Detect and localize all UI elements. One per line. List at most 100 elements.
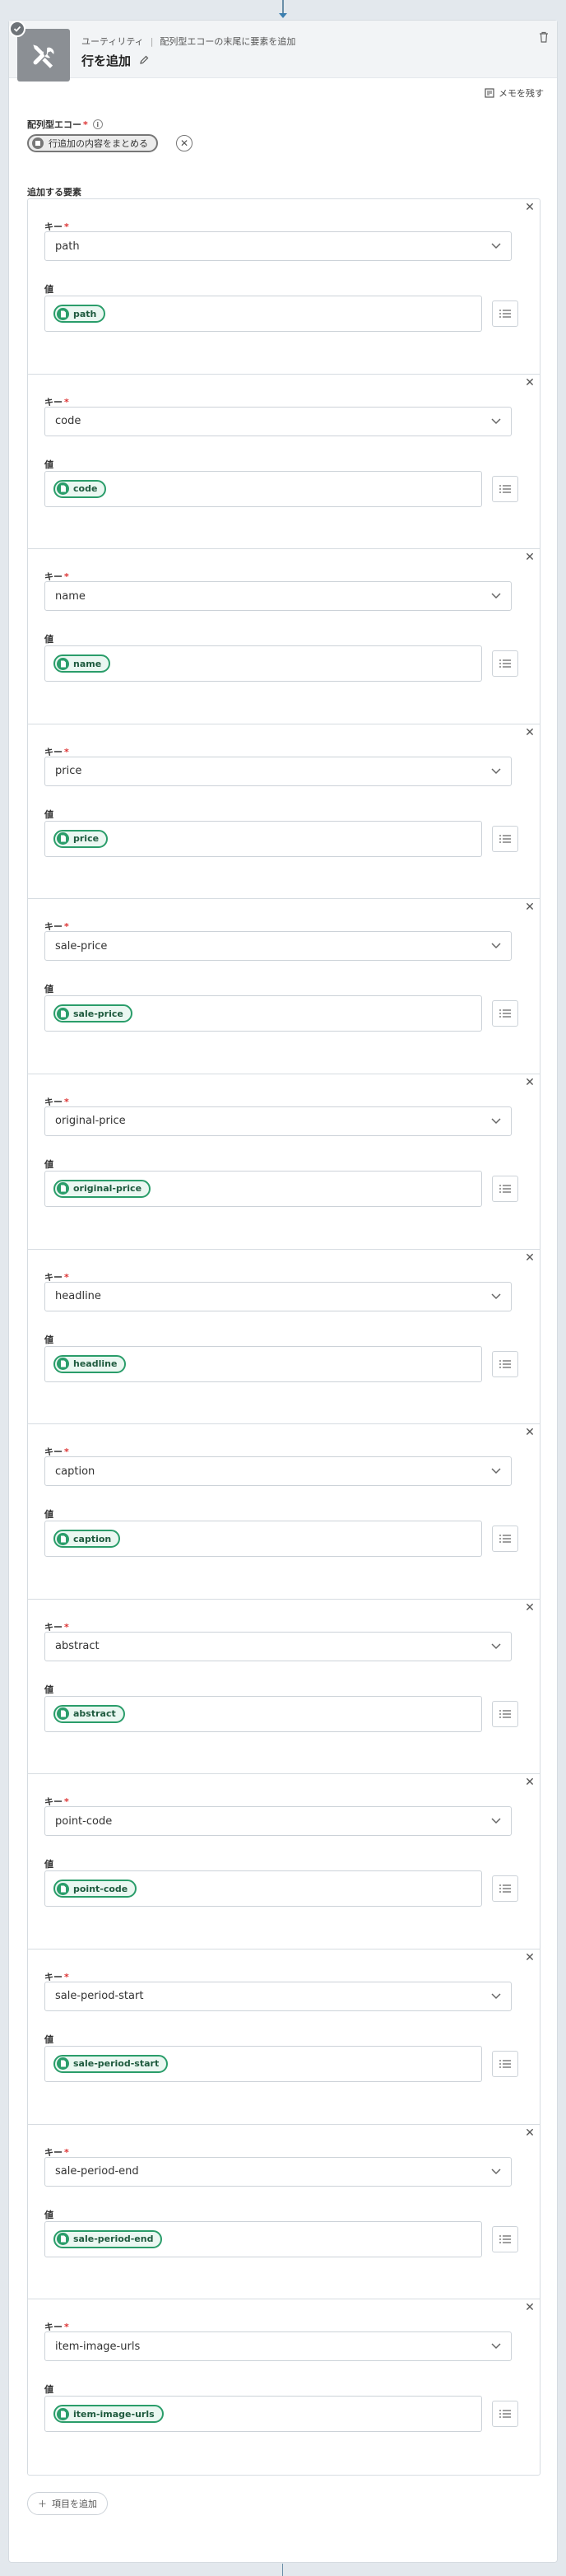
list-menu-button[interactable] [492, 1350, 518, 1377]
value-token[interactable]: original-price [53, 1179, 151, 1198]
close-icon[interactable]: ✕ [523, 1076, 536, 1089]
key-select[interactable]: sale-period-end [44, 2156, 512, 2187]
value-token[interactable]: caption [53, 1530, 121, 1549]
echo-label: 配列型エコー * [27, 119, 88, 130]
list-menu-button[interactable] [492, 1175, 518, 1202]
value-field[interactable]: abstract [44, 1695, 482, 1732]
close-icon[interactable]: ✕ [523, 901, 536, 914]
key-select-value: name [55, 589, 86, 603]
value-field[interactable]: item-image-urls [44, 2396, 482, 2433]
value-token-label: point-code [73, 1883, 128, 1894]
echo-chip[interactable]: 行追加の内容をまとめる [27, 134, 158, 152]
value-field[interactable]: original-price [44, 1170, 482, 1207]
value-field[interactable]: sale-period-start [44, 2045, 482, 2082]
close-icon[interactable]: ✕ [523, 201, 536, 214]
list-menu-button[interactable] [492, 1526, 518, 1553]
add-item-label: 項目を追加 [52, 2499, 97, 2509]
key-select[interactable]: code [44, 406, 512, 436]
list-menu-button[interactable] [492, 650, 518, 678]
close-icon[interactable]: ✕ [523, 1951, 536, 1964]
list-item: ✕ キー * name 値 name [28, 549, 540, 724]
value-label: 値 [44, 2033, 53, 2045]
close-icon[interactable]: ✕ [523, 1426, 536, 1439]
value-field[interactable]: sale-price [44, 995, 482, 1032]
value-token[interactable]: name [53, 654, 111, 673]
value-token[interactable]: sale-period-end [53, 2229, 163, 2248]
value-label: 値 [44, 1158, 53, 1170]
trash-icon[interactable] [539, 30, 549, 46]
key-select[interactable]: name [44, 581, 512, 612]
key-select[interactable]: sale-price [44, 931, 512, 962]
add-item-button[interactable]: ＋ 項目を追加 [27, 2492, 108, 2515]
list-menu-button[interactable] [492, 1875, 518, 1903]
value-field[interactable]: price [44, 820, 482, 857]
list-icon [499, 1009, 511, 1018]
key-select[interactable]: path [44, 231, 512, 261]
close-icon[interactable]: ✕ [523, 1251, 536, 1265]
value-label: 値 [44, 284, 53, 295]
value-token[interactable]: path [53, 305, 106, 323]
chevron-down-icon [491, 243, 501, 249]
check-icon [9, 21, 26, 37]
close-icon[interactable]: ✕ [523, 551, 536, 564]
value-token[interactable]: code [53, 479, 107, 498]
key-select[interactable]: item-image-urls [44, 2331, 512, 2362]
breadcrumb: ユーティリティ | 配列型エコーの末尾に要素を追加 [81, 35, 295, 48]
value-token[interactable]: headline [53, 1354, 127, 1373]
list-menu-button[interactable] [492, 300, 518, 327]
value-field[interactable]: sale-period-end [44, 2220, 482, 2257]
value-token[interactable]: sale-price [53, 1004, 132, 1023]
list-item: ✕ キー * item-image-urls 値 item-image-urls [28, 2299, 540, 2475]
value-field[interactable]: caption [44, 1521, 482, 1558]
key-select[interactable]: headline [44, 1281, 512, 1311]
value-token[interactable]: sale-period-start [53, 2054, 169, 2073]
list-menu-button[interactable] [492, 475, 518, 502]
memo-button[interactable]: メモを残す [485, 86, 544, 100]
value-field[interactable]: code [44, 470, 482, 507]
value-label: 値 [44, 1859, 53, 1870]
value-label: 値 [44, 2384, 53, 2396]
list-menu-button[interactable] [492, 1700, 518, 1727]
value-field[interactable]: name [44, 645, 482, 682]
key-select[interactable]: original-price [44, 1106, 512, 1136]
value-field[interactable]: path [44, 296, 482, 332]
edit-title-icon[interactable] [139, 53, 149, 68]
list-item: ✕ キー * caption 値 caption [28, 1424, 540, 1600]
list-menu-button[interactable] [492, 2050, 518, 2077]
close-icon[interactable]: ✕ [523, 2126, 536, 2140]
close-icon[interactable]: ✕ [176, 135, 193, 151]
value-token[interactable]: point-code [53, 1880, 137, 1898]
title-row: 行を追加 [81, 52, 149, 69]
value-token[interactable]: price [53, 829, 109, 848]
key-select[interactable]: caption [44, 1456, 512, 1487]
value-field[interactable]: point-code [44, 1870, 482, 1908]
value-label: 値 [44, 808, 53, 820]
close-icon[interactable]: ✕ [523, 726, 536, 739]
close-icon[interactable]: ✕ [523, 1601, 536, 1614]
key-select[interactable]: price [44, 756, 512, 786]
key-select[interactable]: sale-period-start [44, 1981, 512, 2011]
document-icon [57, 2057, 69, 2071]
value-token[interactable]: item-image-urls [53, 2405, 164, 2424]
key-select[interactable]: abstract [44, 1631, 512, 1661]
page-title: 行を追加 [81, 54, 132, 68]
list-menu-button[interactable] [492, 2225, 518, 2252]
list-menu-button[interactable] [492, 2401, 518, 2428]
info-icon[interactable]: i [92, 119, 103, 129]
chevron-down-icon [491, 1293, 501, 1299]
chevron-down-icon [491, 593, 501, 599]
list-icon [499, 1884, 511, 1893]
list-menu-button[interactable] [492, 1000, 518, 1027]
list-icon [499, 659, 511, 668]
close-icon[interactable]: ✕ [523, 2301, 536, 2314]
list-menu-button[interactable] [492, 825, 518, 852]
value-token[interactable]: abstract [53, 1704, 125, 1723]
key-select[interactable]: point-code [44, 1806, 512, 1837]
close-icon[interactable]: ✕ [523, 1776, 536, 1789]
value-token-label: sale-price [73, 1008, 123, 1019]
value-field[interactable]: headline [44, 1345, 482, 1382]
document-icon [57, 2233, 69, 2246]
close-icon[interactable]: ✕ [523, 376, 536, 389]
chevron-down-icon [491, 2343, 501, 2350]
document-icon [57, 307, 69, 320]
